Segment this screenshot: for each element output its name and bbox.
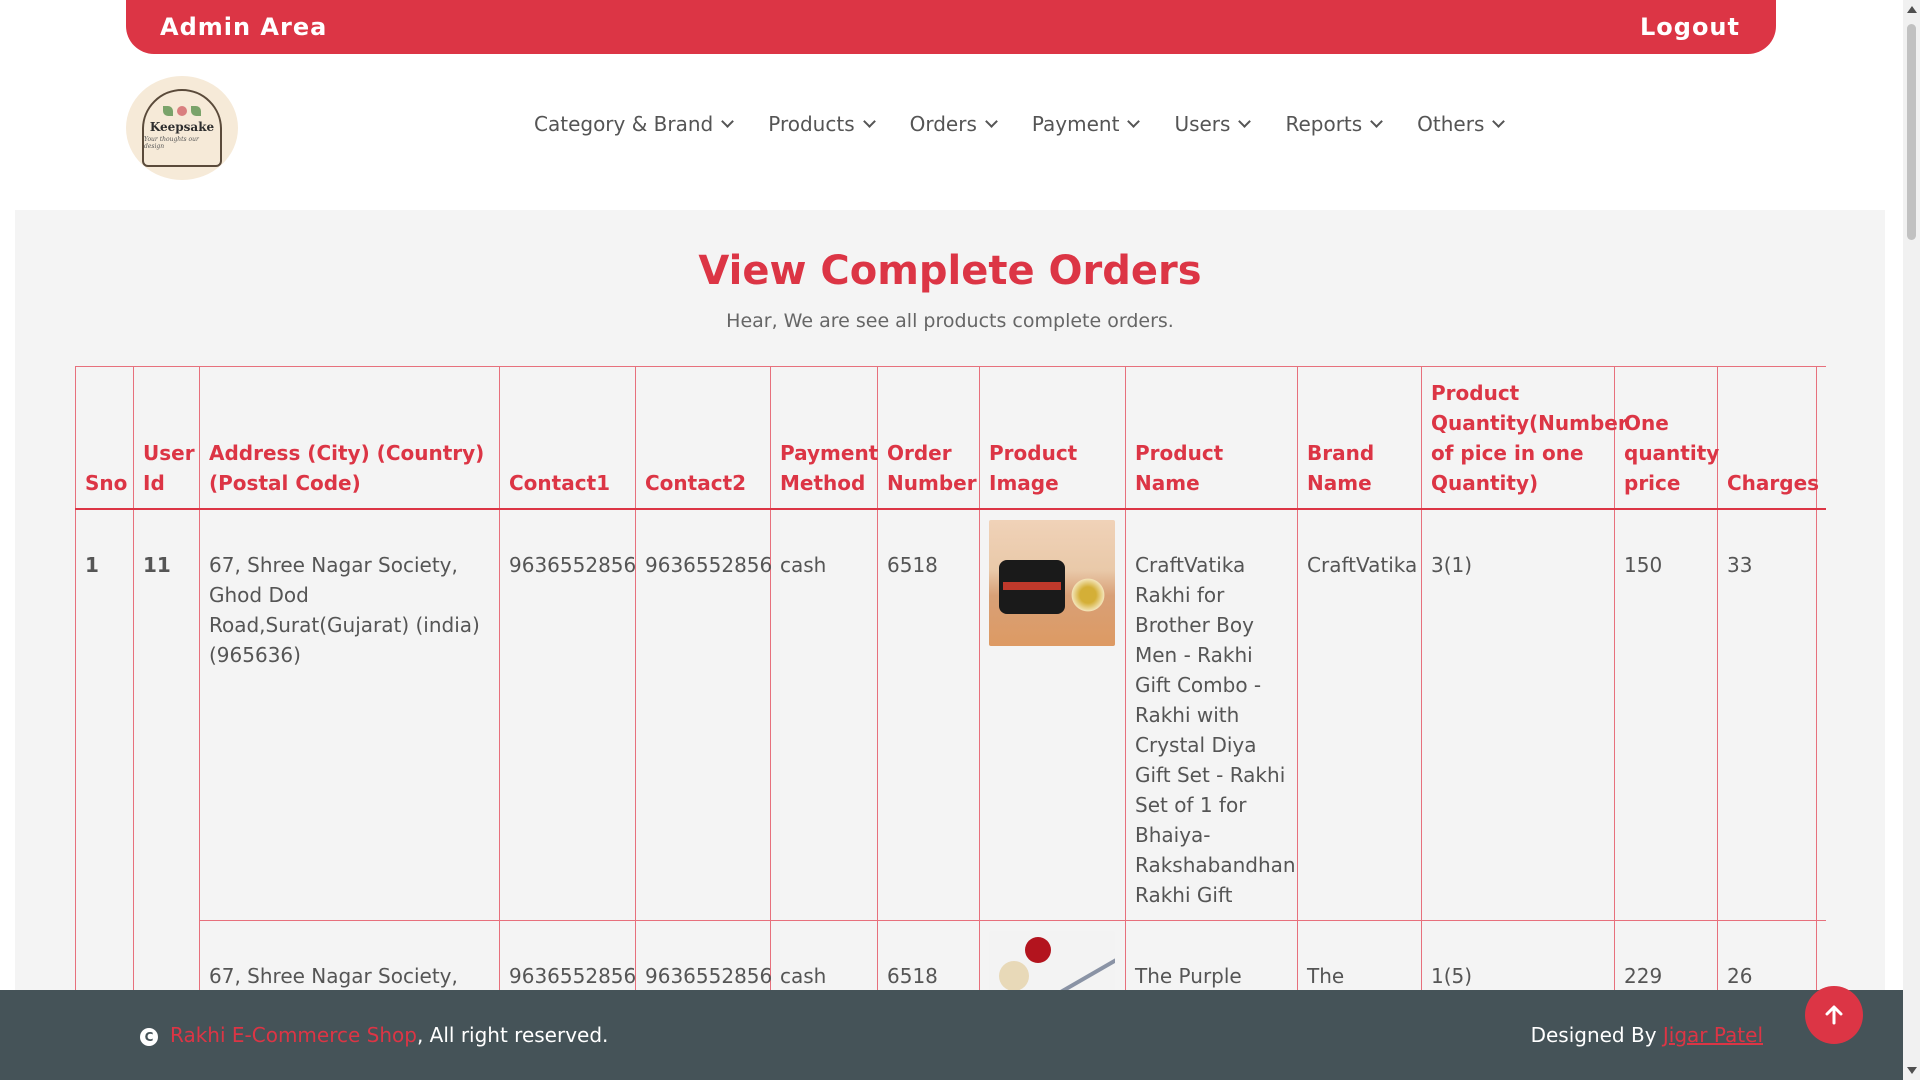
scroll-up-icon[interactable] [1907, 6, 1917, 13]
cell-product-name: CraftVatika Rakhi for Brother Boy Men - … [1125, 508, 1298, 921]
logo-name: Keepsake [149, 120, 215, 134]
nav-payment[interactable]: Payment [1031, 112, 1141, 136]
column-header-charges: Charges [1717, 366, 1819, 510]
cell-brand-name: The Purple Tree [1297, 919, 1422, 990]
chevron-down-icon [721, 115, 735, 128]
nav-products[interactable]: Products [768, 112, 876, 136]
page-title: View Complete Orders [698, 248, 1202, 294]
nav-others[interactable]: Others [1417, 112, 1506, 136]
logo[interactable]: Keepsake Your thoughts our design [126, 76, 238, 180]
column-header-sno: Sno [75, 366, 134, 510]
cell-price: 150 [1614, 508, 1718, 921]
cell-quantity: 1(5) [1421, 919, 1615, 990]
cell-order-number: 6518 [877, 508, 980, 921]
column-header-contact2: Contact2 [635, 366, 771, 510]
admin-header-bar: Admin Area Logout [126, 0, 1776, 54]
column-header-address: Address (City) (Country) (Postal Code) [199, 366, 500, 510]
vertical-scrollbar[interactable] [1903, 0, 1920, 1080]
cell-user-id: 11 [133, 508, 200, 990]
footer: C Rakhi E-Commerce Shop, All right reserv… [0, 990, 1903, 1080]
column-header-brand-name: Brand Name [1297, 366, 1422, 510]
table-header-row: Sno User Id Address (City) (Country) (Po… [75, 366, 1826, 510]
admin-area-title: Admin Area [160, 13, 328, 41]
nav-label: Reports [1285, 112, 1363, 136]
designer-link[interactable]: Jigar Patel [1663, 1023, 1763, 1047]
cell-contact2: 9636552856 [635, 919, 772, 990]
cell-sno: 1 [75, 508, 134, 990]
cell-product-image [979, 508, 1126, 921]
cell-charges: 26 [1717, 919, 1817, 990]
rights-text: , All right reserved. [416, 1023, 609, 1047]
column-header-price: One quantity price [1614, 366, 1719, 510]
scrollbar-thumb[interactable] [1907, 24, 1916, 240]
cell-charges: 33 [1717, 508, 1817, 921]
product-image [989, 930, 1115, 990]
chevron-down-icon [985, 115, 998, 128]
chevron-down-icon [1370, 115, 1384, 128]
footer-designer: Designed By Jigar Patel [1531, 1023, 1763, 1047]
nav-label: Users [1174, 112, 1231, 136]
table-row: 1 11 67, Shree Nagar Society, Ghod Dod R… [75, 508, 1826, 990]
cell-product-name: The Purple Tree Rakhi For [1125, 919, 1298, 990]
cell-order-number: 6518 [877, 919, 980, 990]
page: Admin Area Logout Keepsake Your thoughts… [0, 0, 1920, 1080]
logo-emblem: Keepsake Your thoughts our design [142, 89, 222, 167]
cell-price: 229 [1614, 919, 1718, 990]
cell-payment-method: cash [770, 919, 878, 990]
product-image [989, 519, 1115, 646]
chevron-down-icon [862, 115, 876, 128]
footer-copyright: C Rakhi E-Commerce Shop, All right reserv… [140, 1023, 608, 1047]
cell-address: 67, Shree Nagar Society, Ghod Dod [199, 919, 500, 990]
column-header-payment-method: Payment Method [770, 366, 878, 510]
nav-label: Products [768, 112, 855, 136]
copyright-icon: C [140, 1027, 158, 1046]
cell-payment-method: cash [770, 508, 878, 921]
page-subtitle: Hear, We are see all products complete o… [726, 310, 1174, 332]
orders-table-container[interactable]: Sno User Id Address (City) (Country) (Po… [75, 366, 1826, 990]
column-header-quantity: Product Quantity(Number of pice in one Q… [1421, 366, 1628, 510]
nav-label: Others [1417, 112, 1485, 136]
logo-tagline: Your thoughts our design [144, 136, 199, 150]
main-nav: Category & Brand Products Orders Payment… [534, 112, 1539, 136]
shop-link[interactable]: Rakhi E-Commerce Shop [170, 1023, 417, 1047]
nav-users[interactable]: Users [1174, 112, 1252, 136]
cell-product-image [979, 919, 1126, 990]
nav-reports[interactable]: Reports [1285, 112, 1384, 136]
nav-label: Category & Brand [534, 112, 714, 136]
scroll-down-icon[interactable] [1907, 1067, 1917, 1074]
nav-label: Orders [909, 112, 977, 136]
cell-contact1: 9636552856 [499, 919, 636, 990]
chevron-down-icon [1492, 115, 1506, 128]
column-header-product-image: Product Image [979, 366, 1126, 510]
chevron-down-icon [1238, 115, 1252, 128]
cell-quantity: 3(1) [1421, 508, 1615, 921]
chevron-down-icon [1127, 115, 1141, 128]
column-header-product-name: Product Name [1125, 366, 1298, 510]
column-header-order-number: Order Number [877, 366, 980, 510]
cell-truncated: 1 [1816, 508, 1826, 921]
back-to-top-button[interactable] [1805, 986, 1863, 1044]
cell-brand-name: CraftVatika [1297, 508, 1422, 921]
table-row: 67, Shree Nagar Society, Ghod Dod 963655… [76, 919, 1826, 990]
nav-category-brand[interactable]: Category & Brand [534, 112, 735, 136]
main-content: View Complete Orders Hear, We are see al… [15, 210, 1885, 990]
orders-table: Sno User Id Address (City) (Country) (Po… [75, 366, 1826, 990]
designed-by-text: Designed By [1530, 1023, 1663, 1047]
column-header-contact1: Contact1 [499, 366, 636, 510]
nav-orders[interactable]: Orders [909, 112, 998, 136]
flower-icon [163, 106, 201, 116]
column-header-user-id: User Id [133, 366, 200, 510]
cell-contact1: 9636552856 [499, 508, 636, 921]
cell-address: 67, Shree Nagar Society, Ghod Dod Road,S… [199, 508, 500, 921]
cell-truncated: 1 [1816, 919, 1826, 990]
arrow-up-icon [1825, 1005, 1843, 1025]
logout-button[interactable]: Logout [1640, 13, 1740, 41]
cell-contact2: 9636552856 [635, 508, 772, 921]
nav-label: Payment [1031, 112, 1120, 136]
